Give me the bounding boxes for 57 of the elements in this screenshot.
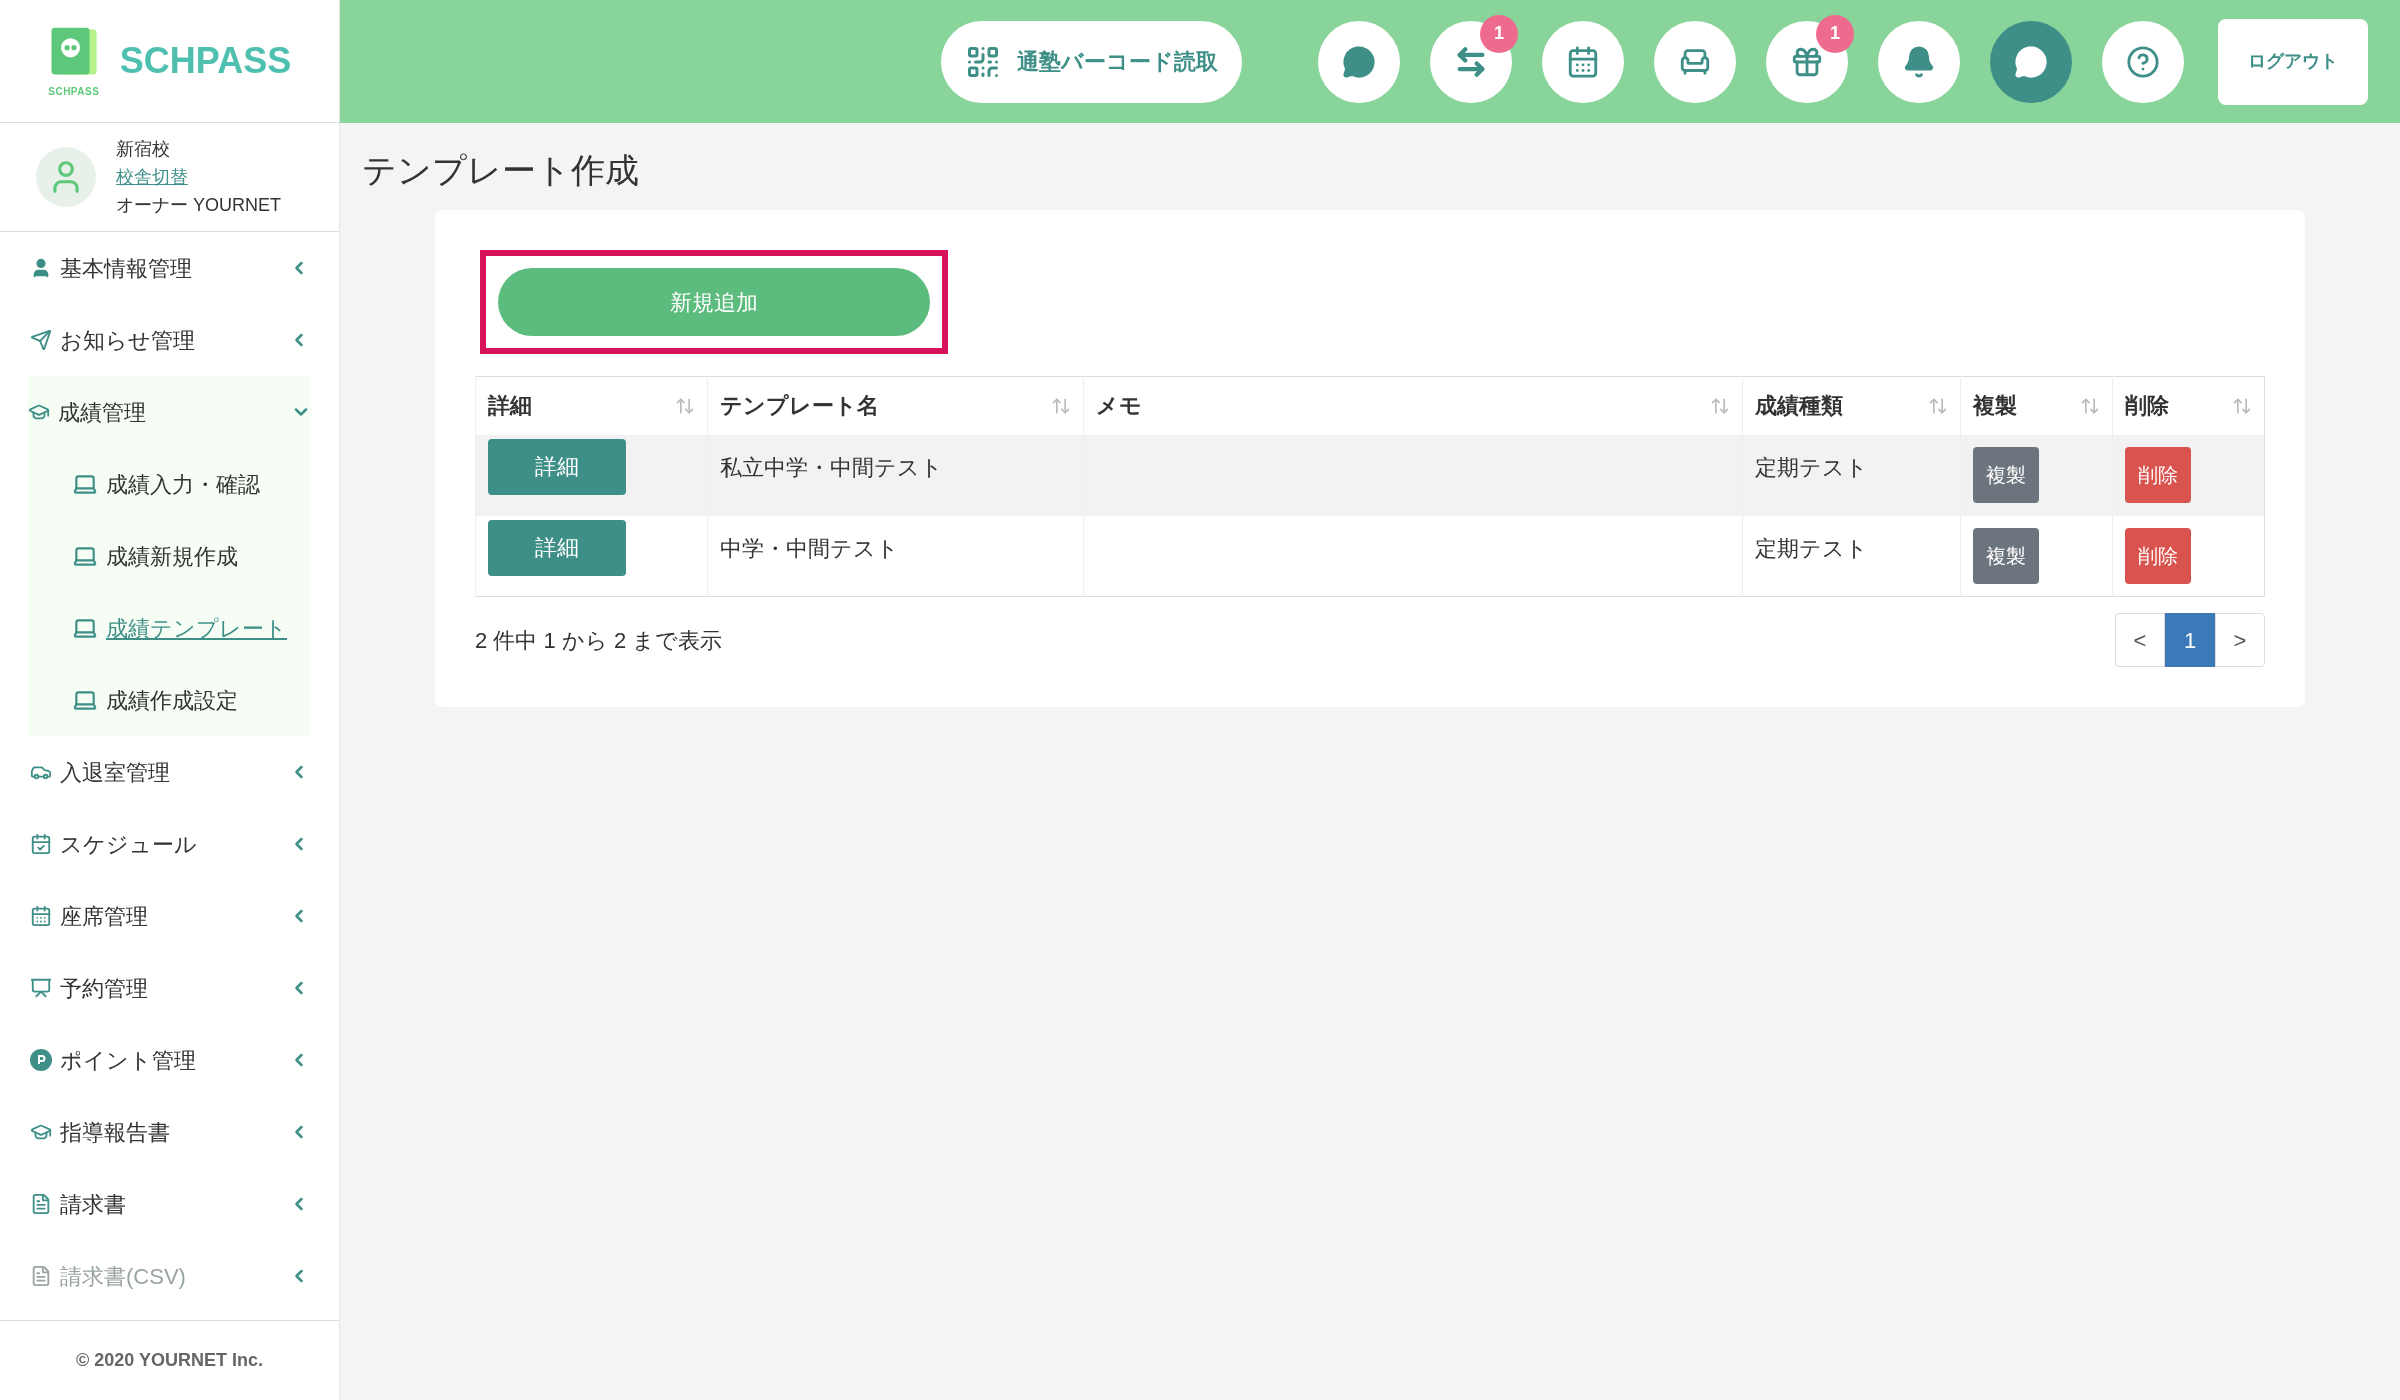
sidebar-item[interactable]: ポイント管理 xyxy=(0,1024,339,1096)
result-summary: 2 件中 1 から 2 まで表示 xyxy=(475,626,723,655)
point-icon xyxy=(30,1049,52,1071)
pagination-button[interactable]: 1 xyxy=(2165,613,2215,667)
page-title: テンプレート作成 xyxy=(362,150,640,191)
column-header[interactable]: 削除 xyxy=(2112,376,2265,435)
table-cell: 私立中学・中間テスト xyxy=(720,454,943,480)
duplicate-button[interactable]: 複製 xyxy=(1973,527,2039,584)
submenu-item[interactable]: 成績新規作成 xyxy=(28,520,311,592)
sidebar-item[interactable]: スケジュール xyxy=(0,808,339,880)
duplicate-button[interactable]: 複製 xyxy=(1973,447,2039,503)
calendar-check-icon xyxy=(30,833,52,855)
chat-icon xyxy=(1342,44,1376,79)
column-header[interactable]: 詳細 xyxy=(475,376,708,435)
notification-badge: 1 xyxy=(1816,14,1854,53)
delete-button[interactable]: 削除 xyxy=(2125,447,2191,503)
logout-button[interactable]: ログアウト xyxy=(2218,18,2368,105)
invoice-icon xyxy=(30,1193,52,1215)
column-header[interactable]: メモ xyxy=(1083,376,1743,435)
calendar-icon xyxy=(30,905,52,927)
chat-icon xyxy=(2014,44,2048,79)
barcode-scan-button[interactable]: 通塾バーコード読取 xyxy=(941,20,1242,103)
user-role: オーナー YOURNET xyxy=(116,194,281,217)
sidebar-item[interactable]: 基本情報管理 xyxy=(0,232,339,304)
logo-caption: SCHPASS xyxy=(48,84,100,99)
sidebar-item[interactable]: 成績管理 xyxy=(28,376,311,448)
column-header[interactable]: 成績種類 xyxy=(1742,376,1961,435)
sidebar-item[interactable]: お知らせ管理 xyxy=(0,304,339,376)
detail-button[interactable]: 詳細 xyxy=(488,519,626,576)
table-cell: 中学・中間テスト xyxy=(720,535,899,561)
pagination-button[interactable]: < xyxy=(2115,613,2165,667)
column-header[interactable]: 複製 xyxy=(1960,376,2113,435)
paper-plane-icon xyxy=(30,329,52,351)
switch-school-link[interactable]: 校舎切替 xyxy=(116,163,281,191)
help-icon xyxy=(2126,44,2160,79)
sidebar-item[interactable]: 指導報告書 xyxy=(0,1096,339,1168)
detail-button[interactable]: 詳細 xyxy=(488,438,626,495)
sidebar-item[interactable]: 予約管理 xyxy=(0,952,339,1024)
sidebar-item[interactable]: 請求書 xyxy=(0,1168,339,1240)
sidebar-item[interactable]: 座席管理 xyxy=(0,880,339,952)
submenu-item[interactable]: 成績作成設定 xyxy=(28,664,311,736)
table-cell: 定期テスト xyxy=(1755,454,1868,480)
sidebar-item[interactable]: 入退室管理 xyxy=(0,736,339,808)
teacher-board-icon xyxy=(30,977,52,999)
pagination-button[interactable]: > xyxy=(2215,613,2265,667)
column-header[interactable]: テンプレート名 xyxy=(707,376,1084,435)
delete-button[interactable]: 削除 xyxy=(2125,527,2191,584)
notification-badge: 1 xyxy=(1480,14,1518,53)
school-name: 新宿校 xyxy=(116,138,171,161)
invoice-icon xyxy=(30,1265,52,1287)
brand-name: SCHPASS xyxy=(119,39,292,83)
bell-icon xyxy=(1902,44,1936,79)
calendar-icon xyxy=(1566,44,1600,79)
submenu-item[interactable]: 成績入力・確認 xyxy=(28,448,311,520)
submenu-item[interactable]: 成績テンプレート xyxy=(28,592,311,664)
copyright: © 2020 YOURNET Inc. xyxy=(76,1349,263,1372)
table-cell: 定期テスト xyxy=(1755,535,1868,561)
